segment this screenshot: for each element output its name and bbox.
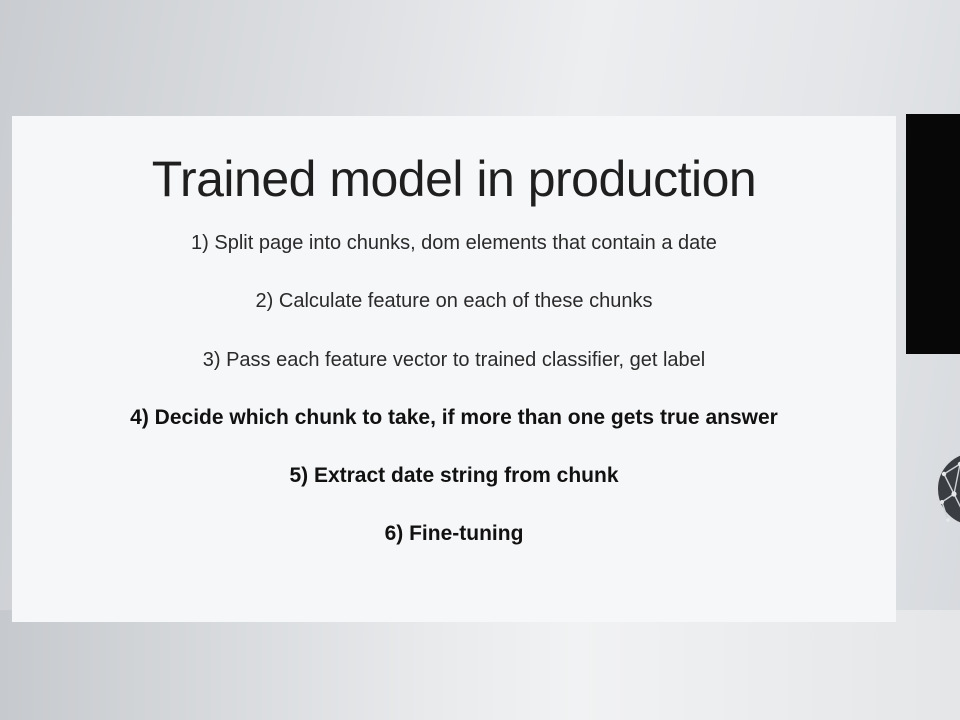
step-5: 5) Extract date string from chunk — [289, 464, 619, 487]
side-panel — [906, 114, 960, 354]
slide-title: Trained model in production — [151, 151, 757, 207]
step-2: 2) Calculate feature on each of these ch… — [255, 290, 653, 312]
step-6: 6) Fine-tuning — [384, 522, 524, 545]
presentation-slide: Trained model in production 1) Split pag… — [12, 116, 896, 622]
step-1: 1) Split page into chunks, dom elements … — [191, 232, 717, 254]
backdrop — [0, 610, 960, 720]
network-logo-icon — [934, 444, 960, 534]
step-3: 3) Pass each feature vector to trained c… — [202, 349, 706, 371]
step-4: 4) Decide which chunk to take, if more t… — [130, 406, 778, 429]
